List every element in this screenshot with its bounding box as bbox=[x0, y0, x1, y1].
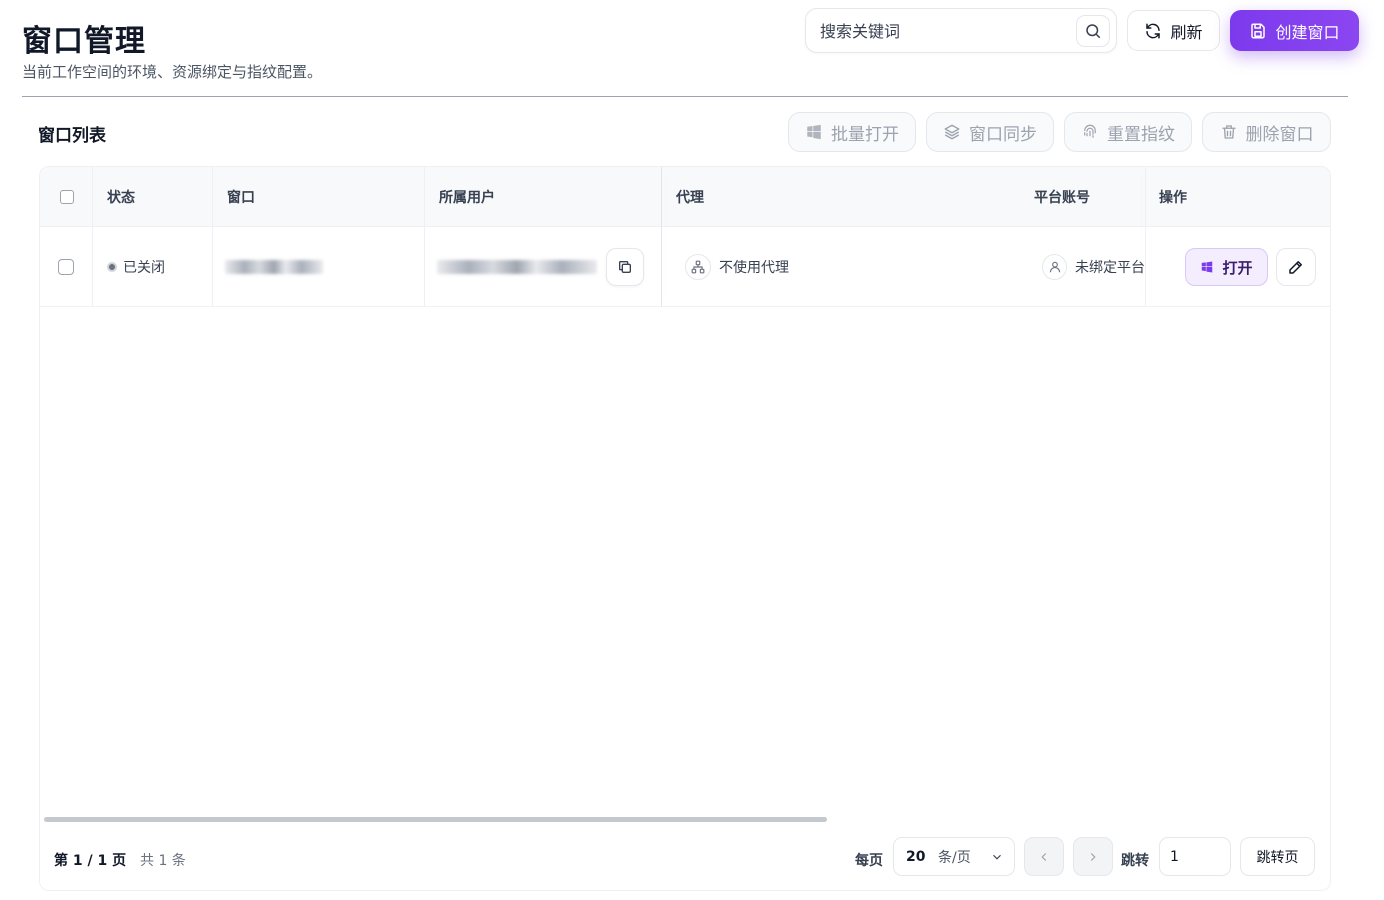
row-checkbox[interactable] bbox=[58, 259, 74, 275]
refresh-label: 刷新 bbox=[1170, 22, 1203, 42]
col-owner[interactable]: 所属用户 bbox=[439, 167, 495, 227]
chevron-right-icon bbox=[1090, 852, 1096, 861]
page-subtitle: 当前工作空间的环境、资源绑定与指纹配置。 bbox=[22, 63, 323, 81]
open-window-button[interactable]: 打开 bbox=[1185, 248, 1268, 286]
horizontal-scrollbar[interactable] bbox=[44, 817, 827, 822]
create-window-button[interactable]: 创建窗口 bbox=[1230, 10, 1359, 51]
col-proxy[interactable]: 代理 bbox=[676, 167, 704, 227]
table-header: 状态 窗口 所属用户 代理 平台账号 操作 bbox=[40, 167, 1330, 227]
per-page-unit: 条/页 bbox=[938, 849, 971, 866]
col-platform-account[interactable]: 平台账号 bbox=[1034, 167, 1090, 227]
total-count: 共 1 条 bbox=[140, 853, 186, 869]
col-window[interactable]: 窗口 bbox=[227, 167, 255, 227]
search-input[interactable] bbox=[820, 19, 1060, 43]
platform-account-text: 未绑定平台 bbox=[1075, 260, 1145, 276]
batch-open-label: 批量打开 bbox=[831, 124, 899, 145]
windows-icon bbox=[807, 124, 821, 140]
fingerprint-icon bbox=[1084, 124, 1096, 138]
page-title: 窗口管理 bbox=[22, 24, 146, 59]
trash-icon bbox=[1221, 125, 1236, 139]
status-text: 已关闭 bbox=[123, 260, 165, 276]
select-all-checkbox[interactable] bbox=[60, 190, 74, 204]
search-box bbox=[805, 8, 1117, 53]
chevron-down-icon bbox=[993, 854, 1001, 860]
owner-redacted bbox=[437, 260, 597, 274]
user-icon bbox=[1042, 254, 1067, 280]
row-select-cell bbox=[58, 227, 74, 307]
status-dot-icon bbox=[107, 262, 117, 272]
prev-page-button[interactable] bbox=[1024, 837, 1064, 876]
pencil-icon bbox=[1289, 261, 1302, 274]
jump-page-button[interactable]: 跳转页 bbox=[1240, 837, 1315, 876]
status-cell: 已关闭 bbox=[107, 227, 165, 307]
windows-icon bbox=[1202, 261, 1213, 273]
reset-fingerprint-button[interactable]: 重置指纹 bbox=[1064, 112, 1192, 152]
table-row[interactable]: 已关闭 不使用代理 未绑定平台 打开 bbox=[40, 227, 1330, 307]
pagination: 第 1 / 1 页 共 1 条 每页 20 条/页 跳转 跳转页 bbox=[40, 827, 1330, 890]
select-all-cell bbox=[60, 167, 74, 227]
window-list-card: 窗口列表 批量打开 窗口同步 重置指纹 删除窗口 状态 窗口 所属用户 代理 平… bbox=[22, 96, 1348, 900]
window-name-redacted bbox=[225, 260, 323, 274]
sync-windows-label: 窗口同步 bbox=[969, 124, 1037, 145]
owner-cell bbox=[437, 227, 597, 307]
edit-button[interactable] bbox=[1276, 248, 1316, 286]
reset-fingerprint-label: 重置指纹 bbox=[1107, 124, 1175, 145]
create-window-label: 创建窗口 bbox=[1275, 22, 1340, 42]
sync-windows-button[interactable]: 窗口同步 bbox=[926, 112, 1054, 152]
batch-open-button[interactable]: 批量打开 bbox=[788, 112, 916, 152]
network-icon bbox=[685, 254, 711, 280]
refresh-icon bbox=[1146, 23, 1161, 38]
delete-windows-button[interactable]: 删除窗口 bbox=[1202, 112, 1331, 152]
window-name-cell bbox=[225, 227, 323, 307]
copy-button[interactable] bbox=[606, 248, 644, 286]
col-actions: 操作 bbox=[1159, 190, 1187, 206]
proxy-cell: 不使用代理 bbox=[685, 227, 789, 307]
chevron-left-icon bbox=[1041, 852, 1047, 861]
per-page-label: 每页 bbox=[855, 853, 883, 869]
layers-icon bbox=[944, 124, 960, 140]
jump-page-input[interactable] bbox=[1159, 837, 1231, 876]
copy-icon bbox=[619, 261, 631, 273]
per-page-value: 20 bbox=[906, 848, 926, 865]
per-page-select[interactable]: 20 条/页 bbox=[893, 837, 1015, 876]
search-button[interactable] bbox=[1076, 15, 1110, 47]
platform-account-cell: 未绑定平台 bbox=[1042, 227, 1145, 307]
search-icon bbox=[1086, 24, 1101, 39]
save-icon bbox=[1251, 23, 1266, 38]
window-table: 状态 窗口 所属用户 代理 平台账号 操作 已关闭 不使用代理 未绑定平台 打开… bbox=[39, 166, 1331, 891]
jump-label: 跳转 bbox=[1121, 853, 1149, 869]
card-title: 窗口列表 bbox=[38, 126, 106, 146]
proxy-text: 不使用代理 bbox=[719, 260, 789, 276]
open-window-label: 打开 bbox=[1222, 258, 1253, 277]
col-status[interactable]: 状态 bbox=[107, 167, 135, 227]
refresh-button[interactable]: 刷新 bbox=[1127, 10, 1220, 51]
delete-windows-label: 删除窗口 bbox=[1245, 124, 1314, 145]
next-page-button[interactable] bbox=[1073, 837, 1113, 876]
page-info: 第 1 / 1 页 bbox=[54, 853, 127, 869]
